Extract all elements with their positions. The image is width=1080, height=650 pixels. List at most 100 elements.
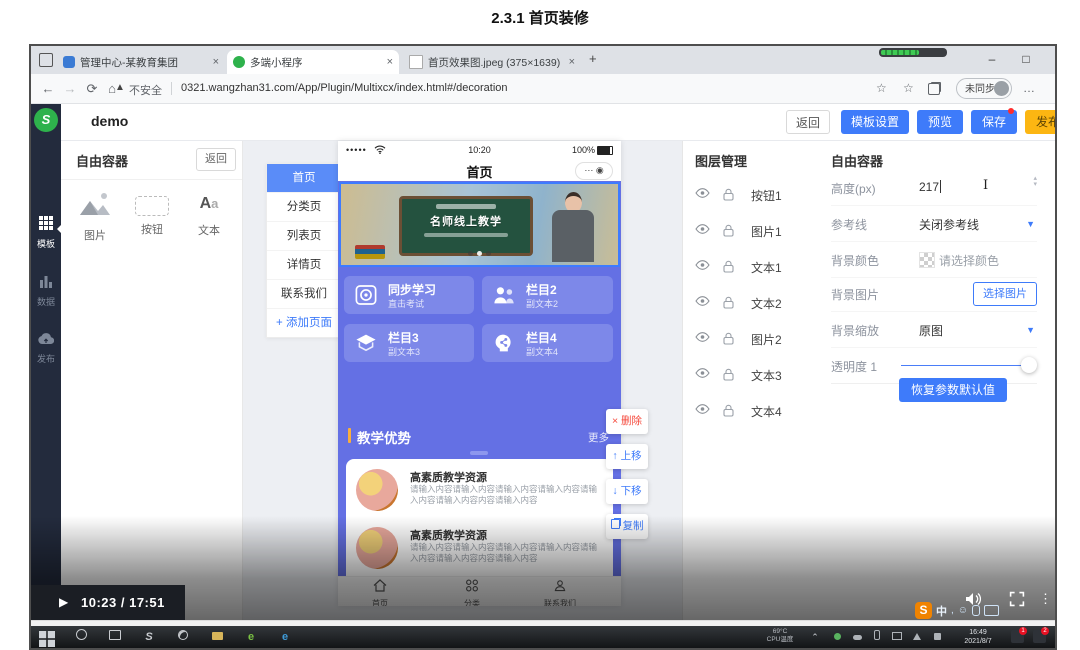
cpu-temp-tray-widget[interactable]: 69°C CPU温度 xyxy=(759,628,801,645)
window-maximize-button[interactable]: □ xyxy=(1011,46,1041,74)
security-label[interactable]: 不安全 xyxy=(129,82,162,98)
grid-item-column3[interactable]: 栏目3 副文本3 xyxy=(344,324,474,362)
window-minimize-button[interactable]: – xyxy=(977,46,1007,74)
grid-item-column2[interactable]: 栏目2 副文本2 xyxy=(482,276,613,314)
reset-defaults-button[interactable]: 恢复参数默认值 xyxy=(899,378,1007,402)
smiley-icon[interactable]: ☺ xyxy=(958,605,968,616)
layer-row[interactable]: 按钮1 xyxy=(695,185,813,205)
component-item-image[interactable]: 图片 xyxy=(69,191,121,243)
lock-icon[interactable] xyxy=(723,188,734,201)
sidebar-item-publish[interactable]: 发布 xyxy=(31,332,61,365)
lock-icon[interactable] xyxy=(723,224,734,237)
browser-tab-image[interactable]: 首页效果图.jpeg (375×1639) × xyxy=(403,50,581,74)
save-button[interactable]: 保存 xyxy=(971,110,1017,134)
component-item-text[interactable]: Aa 文本 xyxy=(183,191,235,238)
visibility-eye-icon[interactable] xyxy=(695,404,710,414)
tab-close-icon[interactable]: × xyxy=(213,56,219,68)
visibility-eye-icon[interactable] xyxy=(695,332,710,342)
phone-preview[interactable]: ••••• 10:20 100% 首页 ⋯ ◉ 名师线上教学 xyxy=(338,141,621,606)
back-icon[interactable]: ← xyxy=(39,80,57,98)
notification-badge-icon[interactable]: 2 xyxy=(1033,630,1046,643)
context-menu-delete[interactable]: × 删除 xyxy=(606,409,648,434)
lock-icon[interactable] xyxy=(723,404,734,417)
sidebar-item-data[interactable]: 数据 xyxy=(31,274,61,308)
height-input[interactable]: 217 xyxy=(919,180,941,194)
play-icon[interactable]: ▶ xyxy=(59,595,68,609)
new-tab-button[interactable]: + xyxy=(589,51,597,66)
task-view-icon[interactable] xyxy=(107,629,123,645)
component-item-button[interactable]: 按钮 xyxy=(126,191,178,237)
layer-label[interactable]: 文本1 xyxy=(751,259,782,276)
tutorial-video-frame[interactable]: 管理中心-某教育集团 × 多端小程序 × 首页效果图.jpeg (375×163… xyxy=(29,44,1057,650)
magnifier-app-icon[interactable] xyxy=(175,629,191,645)
visibility-eye-icon[interactable] xyxy=(695,224,710,234)
visibility-eye-icon[interactable] xyxy=(695,260,710,270)
template-settings-button[interactable]: 模板设置 xyxy=(841,110,909,134)
list-item[interactable]: 高素质教学资源 请输入内容请输入内容请输入内容请输入内容请输入内容请输入内容内容… xyxy=(354,467,605,515)
ime-language-indicator[interactable]: 中 xyxy=(936,603,947,619)
page-item-list[interactable]: 列表页 xyxy=(267,222,341,251)
capsule-close-icon[interactable]: ◉ xyxy=(596,165,604,175)
browser-tab-miniprogram[interactable]: 多端小程序 × xyxy=(227,50,399,74)
context-menu-move-down[interactable]: ↓ 下移 xyxy=(606,479,648,504)
number-stepper[interactable]: ▴▾ xyxy=(1033,176,1037,188)
page-item-contact[interactable]: 联系我们 xyxy=(267,280,341,309)
tab-close-icon[interactable]: × xyxy=(387,56,393,68)
file-explorer-icon[interactable] xyxy=(209,629,225,645)
back-button[interactable]: 返回 xyxy=(786,110,830,134)
layer-row[interactable]: 文本3 xyxy=(695,365,813,385)
search-icon[interactable] xyxy=(73,629,89,645)
capsule-more-icon[interactable]: ⋯ xyxy=(584,165,593,175)
windows-start-icon[interactable] xyxy=(39,631,55,647)
layer-label[interactable]: 图片1 xyxy=(751,223,782,240)
page-item-category[interactable]: 分类页 xyxy=(267,193,341,222)
advantage-card-list[interactable]: 高素质教学资源 请输入内容请输入内容请输入内容请输入内容请输入内容请输入内容内容… xyxy=(346,459,613,589)
layer-label[interactable]: 文本3 xyxy=(751,367,782,384)
layer-label[interactable]: 文本4 xyxy=(751,403,782,420)
notification-badge-icon[interactable]: 1 xyxy=(1011,630,1024,643)
tray-icon[interactable] xyxy=(909,629,925,645)
publish-button[interactable]: 发布 xyxy=(1025,110,1057,134)
fullscreen-icon[interactable] xyxy=(1009,591,1025,607)
tab-close-icon[interactable]: × xyxy=(569,56,575,68)
miniprogram-capsule[interactable]: ⋯ ◉ xyxy=(575,162,613,180)
tray-icon[interactable] xyxy=(849,629,865,645)
reload-icon[interactable]: ⟳ xyxy=(83,80,101,98)
collections-icon[interactable] xyxy=(928,83,940,98)
layer-row[interactable]: 图片1 xyxy=(695,221,813,241)
layer-row[interactable]: 文本1 xyxy=(695,257,813,277)
grid-item-column4[interactable]: 栏目4 副文本4 xyxy=(482,324,613,362)
add-page-button[interactable]: + 添加页面 xyxy=(267,309,341,337)
forward-icon[interactable]: → xyxy=(61,80,79,98)
lock-icon[interactable] xyxy=(723,296,734,309)
browser-tab-admin[interactable]: 管理中心-某教育集团 × xyxy=(57,50,225,74)
player-menu-kebab-icon[interactable]: ⋮ xyxy=(1039,591,1052,607)
component-panel-back-button[interactable]: 返回 xyxy=(196,148,236,171)
slider-handle[interactable] xyxy=(1021,357,1037,373)
guideline-select[interactable]: 关闭参考线 xyxy=(919,216,979,233)
browser-more-icon[interactable]: … xyxy=(1023,81,1035,95)
profile-sync-button[interactable]: 未同步 xyxy=(956,78,1012,99)
grid-item-sync-study[interactable]: 同步学习 直击考试 xyxy=(344,276,474,314)
banner-image-selected[interactable]: 名师线上教学 xyxy=(339,182,620,267)
page-item-home[interactable]: 首页 xyxy=(267,164,341,193)
lock-icon[interactable] xyxy=(723,260,734,273)
opacity-slider[interactable] xyxy=(901,365,1029,366)
list-item[interactable]: 高素质教学资源 请输入内容请输入内容请输入内容请输入内容请输入内容请输入内容内容… xyxy=(354,525,605,573)
layer-row[interactable]: 图片2 xyxy=(695,329,813,349)
tray-icon[interactable] xyxy=(869,629,885,645)
choose-image-button[interactable]: 选择图片 xyxy=(973,282,1037,306)
app-icon[interactable]: S xyxy=(141,629,157,645)
layer-row[interactable]: 文本2 xyxy=(695,293,813,313)
layer-label[interactable]: 图片2 xyxy=(751,331,782,348)
context-menu-move-up[interactable]: ↑ 上移 xyxy=(606,444,648,469)
favorites-bar-icon[interactable]: ☆ xyxy=(903,81,914,95)
browser-green-icon[interactable]: e xyxy=(243,629,259,645)
layer-label[interactable]: 文本2 xyxy=(751,295,782,312)
page-item-detail[interactable]: 详情页 xyxy=(267,251,341,280)
visibility-eye-icon[interactable] xyxy=(695,296,710,306)
visibility-eye-icon[interactable] xyxy=(695,188,710,198)
tray-icon[interactable] xyxy=(829,629,845,645)
sogou-logo-icon[interactable]: S xyxy=(915,602,932,619)
tab-contact[interactable]: 联系我们 xyxy=(530,579,590,606)
